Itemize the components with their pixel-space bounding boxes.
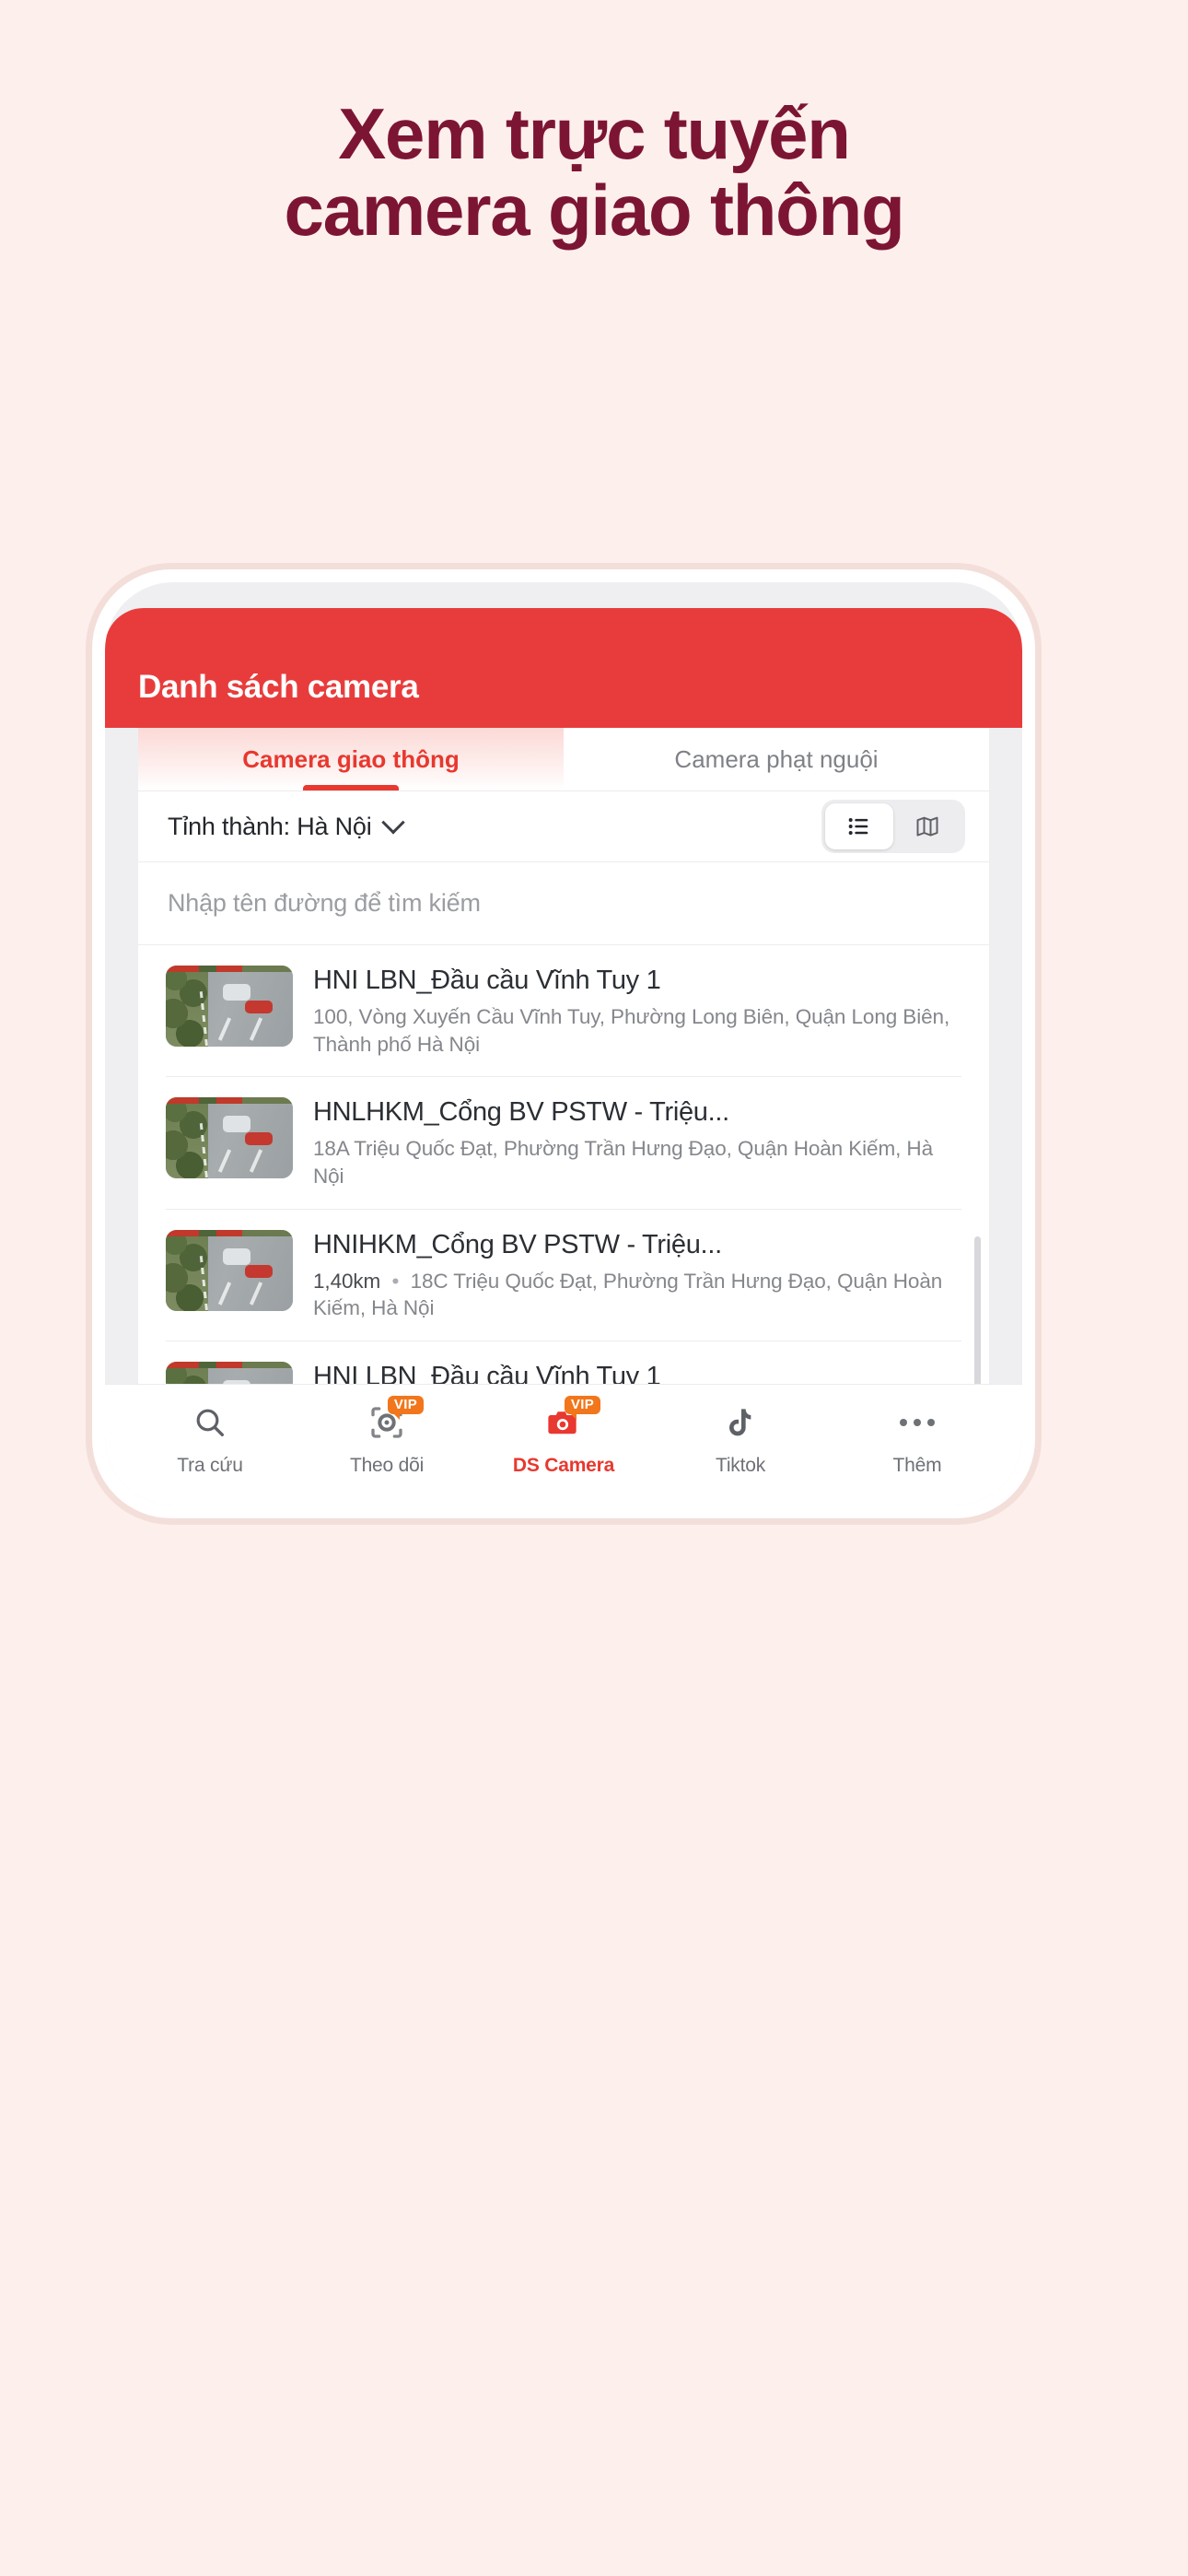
- bottom-navigation: Tra cứu VIP Theo dõi VIP DS Camera Tikto…: [105, 1384, 1022, 1505]
- page-title-line-2: camera giao thông: [284, 169, 904, 251]
- more-dots-icon: [890, 1401, 945, 1444]
- nav-item-ds-camera[interactable]: VIP DS Camera: [475, 1396, 652, 1505]
- filter-row: Tỉnh thành: Hà Nội: [138, 790, 989, 862]
- nav-item-them[interactable]: Thêm: [829, 1401, 1006, 1505]
- monitor-icon: VIP: [359, 1396, 424, 1444]
- camera-title: HNLHKM_Cổng BV PSTW - Triệu...: [313, 1097, 729, 1128]
- camera-thumbnail: [166, 1362, 293, 1384]
- vip-badge: VIP: [387, 1396, 424, 1420]
- search-row[interactable]: Nhập tên đường để tìm kiếm: [138, 862, 989, 945]
- camera-address-row: 1,40km • 18C Triệu Quốc Đạt, Phường Trần…: [313, 1268, 961, 1322]
- tab-label: Camera phạt nguội: [674, 744, 879, 773]
- province-selector-label[interactable]: Tỉnh thành: Hà Nội: [168, 813, 372, 841]
- tab-camera-giao-thong[interactable]: Camera giao thông: [138, 728, 564, 790]
- tab-bar: Camera giao thông Camera phạt nguội: [138, 728, 989, 790]
- nav-item-tra-cuu[interactable]: Tra cứu: [122, 1401, 298, 1505]
- phone-frame: Danh sách camera Camera giao thông Camer…: [92, 569, 1035, 1518]
- app-header-title: Danh sách camera: [138, 669, 419, 705]
- page-title: Xem trực tuyến camera giao thông: [0, 96, 1188, 248]
- list-item[interactable]: HNIHKM_Cổng BV PSTW - Triệu... 1,40km • …: [138, 1210, 989, 1341]
- map-icon: [916, 816, 938, 837]
- list-item[interactable]: HNI LBN_Đầu cầu Vĩnh Tuy 1 100, Vòng Xuy…: [138, 1341, 989, 1384]
- list-view-button[interactable]: [825, 803, 893, 849]
- search-input[interactable]: Nhập tên đường để tìm kiếm: [168, 889, 481, 918]
- vip-badge: VIP: [564, 1396, 600, 1420]
- app-header: Danh sách camera: [105, 608, 1022, 728]
- list-item[interactable]: HNI LBN_Đầu cầu Vĩnh Tuy 1 100, Vòng Xuy…: [138, 945, 989, 1076]
- nav-item-tiktok[interactable]: Tiktok: [652, 1401, 829, 1505]
- nav-label: Thêm: [892, 1455, 942, 1476]
- nav-label: Tiktok: [715, 1455, 766, 1476]
- nav-item-theo-doi[interactable]: VIP Theo dõi: [298, 1396, 475, 1505]
- list-scrollbar[interactable]: [974, 1236, 981, 1384]
- camera-address: 18A Triệu Quốc Đạt, Phường Trần Hưng Đạo…: [313, 1137, 933, 1188]
- camera-icon: VIP: [536, 1396, 600, 1444]
- bullet-separator: •: [380, 1269, 411, 1293]
- map-view-button[interactable]: [893, 803, 961, 849]
- camera-title: HNIHKM_Cổng BV PSTW - Triệu...: [313, 1229, 722, 1259]
- search-icon: [182, 1401, 238, 1444]
- camera-thumbnail: [166, 1229, 293, 1311]
- camera-title: HNI LBN_Đầu cầu Vĩnh Tuy 1: [313, 966, 661, 995]
- phone-screen: Danh sách camera Camera giao thông Camer…: [105, 582, 1022, 1505]
- camera-thumbnail: [166, 966, 293, 1047]
- chevron-down-icon[interactable]: [380, 811, 405, 835]
- page-title-line-1: Xem trực tuyến: [338, 93, 851, 174]
- camera-address: 100, Vòng Xuyến Cầu Vĩnh Tuy, Phường Lon…: [313, 1005, 950, 1056]
- view-mode-toggle: [821, 800, 965, 853]
- phone-mockup: Danh sách camera Camera giao thông Camer…: [92, 569, 1035, 1518]
- nav-label: Theo dõi: [349, 1455, 425, 1476]
- content-card: Camera giao thông Camera phạt nguội Tỉnh…: [138, 728, 989, 1384]
- tab-camera-phat-nguoi[interactable]: Camera phạt nguội: [564, 728, 989, 790]
- camera-title: HNI LBN_Đầu cầu Vĩnh Tuy 1: [313, 1362, 661, 1384]
- nav-label: DS Camera: [512, 1455, 615, 1476]
- tab-label: Camera giao thông: [242, 744, 460, 773]
- list-icon: [848, 818, 868, 835]
- camera-thumbnail: [166, 1097, 293, 1179]
- tiktok-icon: [713, 1401, 768, 1444]
- camera-distance: 1,40km: [313, 1269, 381, 1293]
- camera-list: HNI LBN_Đầu cầu Vĩnh Tuy 1 100, Vòng Xuy…: [138, 945, 989, 1384]
- nav-label: Tra cứu: [177, 1455, 243, 1476]
- list-item[interactable]: HNLHKM_Cổng BV PSTW - Triệu... 18A Triệu…: [138, 1077, 989, 1208]
